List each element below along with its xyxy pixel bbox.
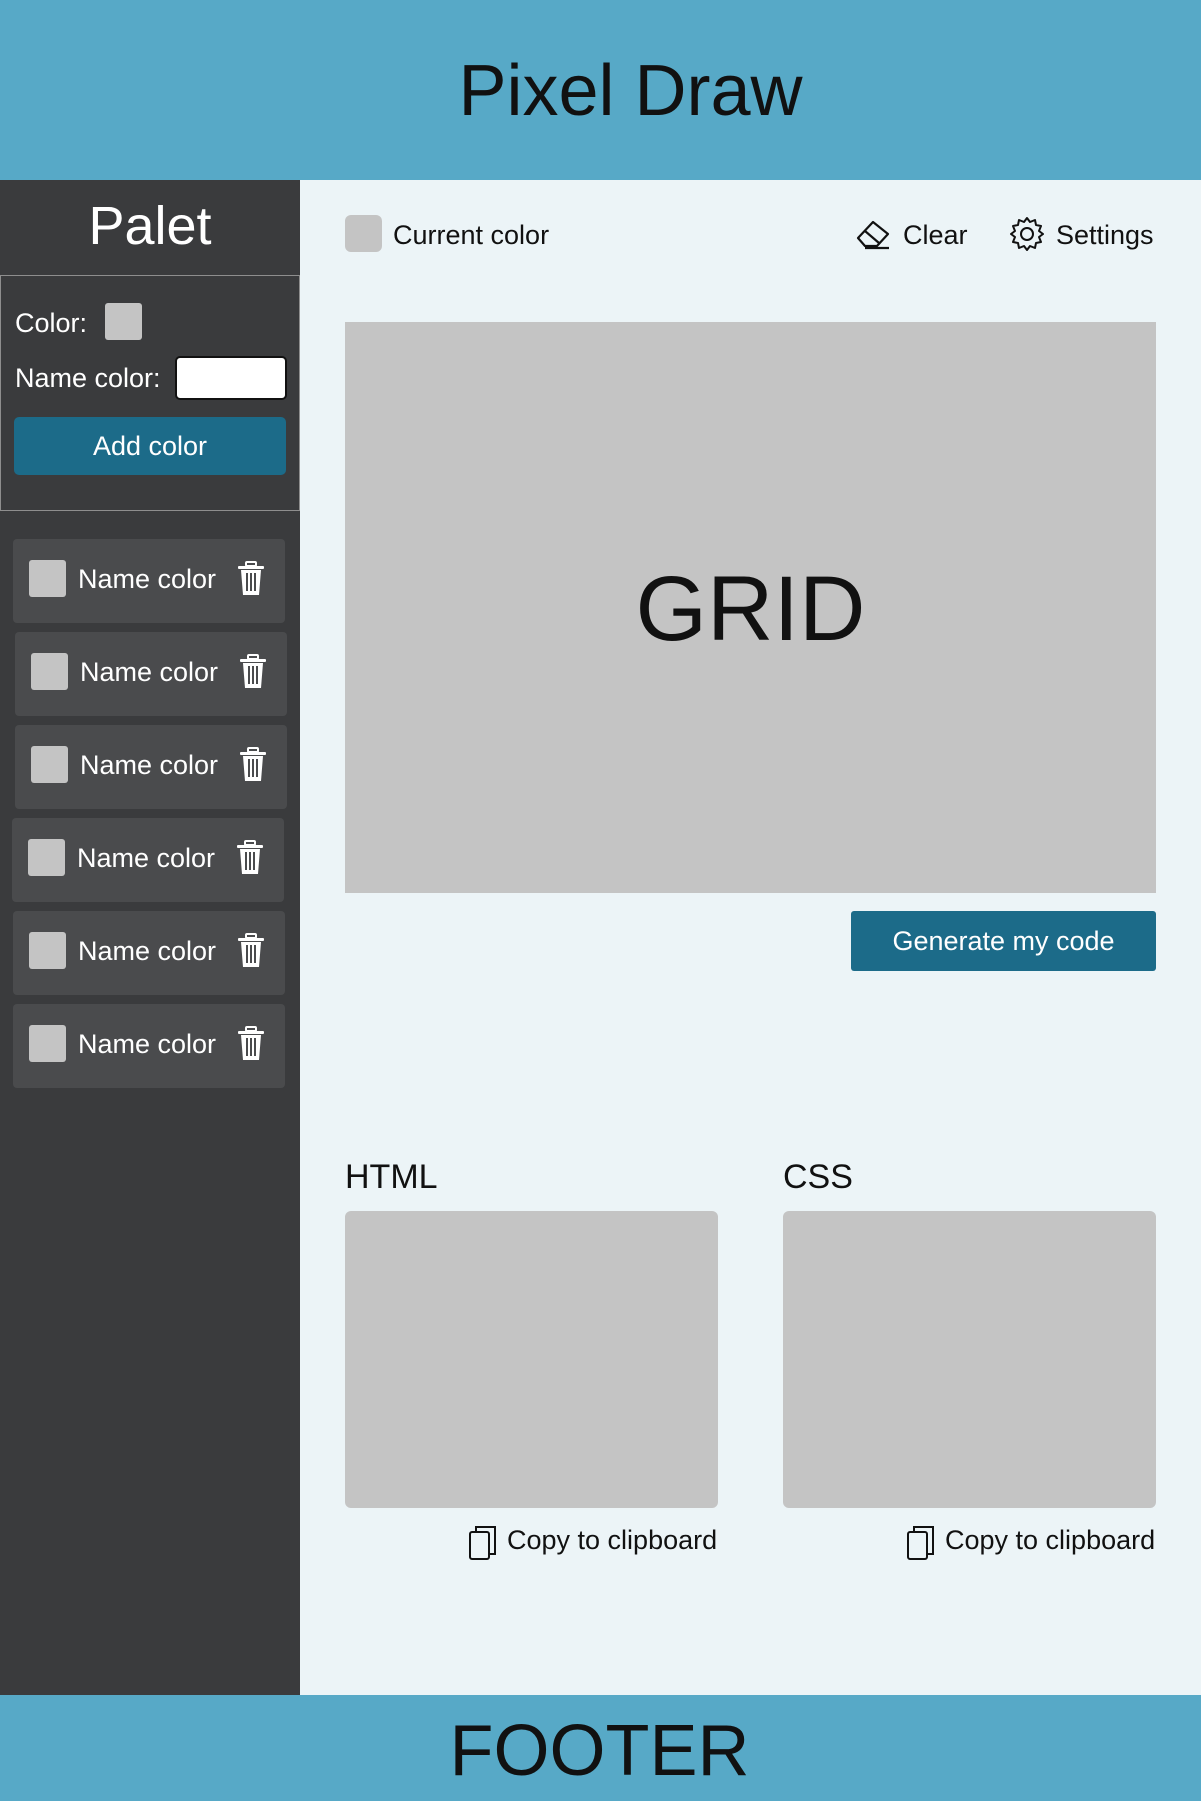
- sidebar: Palet Color: Name color: Add color Name …: [0, 180, 300, 1695]
- palette-swatch[interactable]: [29, 1025, 66, 1062]
- add-color-panel: Color: Name color: Add color: [0, 275, 300, 511]
- palette-swatch[interactable]: [29, 932, 66, 969]
- current-color-label: Current color: [393, 220, 550, 250]
- trash-icon[interactable]: [236, 840, 264, 876]
- palette-item[interactable]: Name color: [13, 539, 285, 623]
- copy-icon[interactable]: [906, 1525, 936, 1561]
- name-color-label: Name color:: [15, 363, 161, 393]
- drawing-grid[interactable]: GRID: [345, 322, 1156, 893]
- palette-item-name: Name color: [78, 564, 217, 594]
- color-picker-swatch[interactable]: [105, 303, 142, 340]
- palette-item[interactable]: Name color: [15, 725, 287, 809]
- clear-button[interactable]: Clear: [903, 220, 968, 251]
- trash-icon[interactable]: [239, 747, 267, 783]
- grid-label: GRID: [635, 558, 866, 660]
- settings-button[interactable]: Settings: [1056, 220, 1154, 251]
- palette-swatch[interactable]: [28, 839, 65, 876]
- header: Pixel Draw: [0, 0, 1201, 180]
- palette-item[interactable]: Name color: [15, 632, 287, 716]
- copy-css-button[interactable]: Copy to clipboard: [945, 1525, 1155, 1556]
- palette-swatch[interactable]: [29, 560, 66, 597]
- trash-icon[interactable]: [237, 933, 265, 969]
- generate-code-button[interactable]: Generate my code: [851, 911, 1156, 971]
- css-section-title: CSS: [783, 1158, 853, 1196]
- color-label: Color:: [15, 308, 88, 338]
- palette-item-name: Name color: [78, 1029, 217, 1059]
- gear-icon[interactable]: [1009, 216, 1045, 252]
- palette-item-name: Name color: [77, 843, 216, 873]
- html-code-output[interactable]: [345, 1211, 718, 1508]
- name-color-input[interactable]: [175, 356, 287, 400]
- trash-icon[interactable]: [237, 561, 265, 597]
- palette-swatch[interactable]: [31, 653, 68, 690]
- palette-item-name: Name color: [78, 936, 217, 966]
- trash-icon[interactable]: [239, 654, 267, 690]
- footer-text: FOOTER: [449, 1711, 750, 1791]
- add-color-button[interactable]: Add color: [14, 417, 286, 475]
- palette-item[interactable]: Name color: [12, 818, 284, 902]
- palette-swatch[interactable]: [31, 746, 68, 783]
- trash-icon[interactable]: [237, 1026, 265, 1062]
- copy-icon[interactable]: [468, 1525, 498, 1561]
- css-code-output[interactable]: [783, 1211, 1156, 1508]
- html-section-title: HTML: [345, 1158, 438, 1196]
- eraser-icon[interactable]: [855, 218, 891, 250]
- palette-item-name: Name color: [80, 750, 219, 780]
- palette-item-name: Name color: [80, 657, 219, 687]
- footer: FOOTER: [0, 1695, 1201, 1801]
- palette-item[interactable]: Name color: [13, 911, 285, 995]
- sidebar-title: Palet: [88, 196, 212, 256]
- current-color-swatch[interactable]: [345, 215, 382, 252]
- palette-item[interactable]: Name color: [13, 1004, 285, 1088]
- app-title: Pixel Draw: [458, 51, 803, 131]
- copy-html-button[interactable]: Copy to clipboard: [507, 1525, 717, 1556]
